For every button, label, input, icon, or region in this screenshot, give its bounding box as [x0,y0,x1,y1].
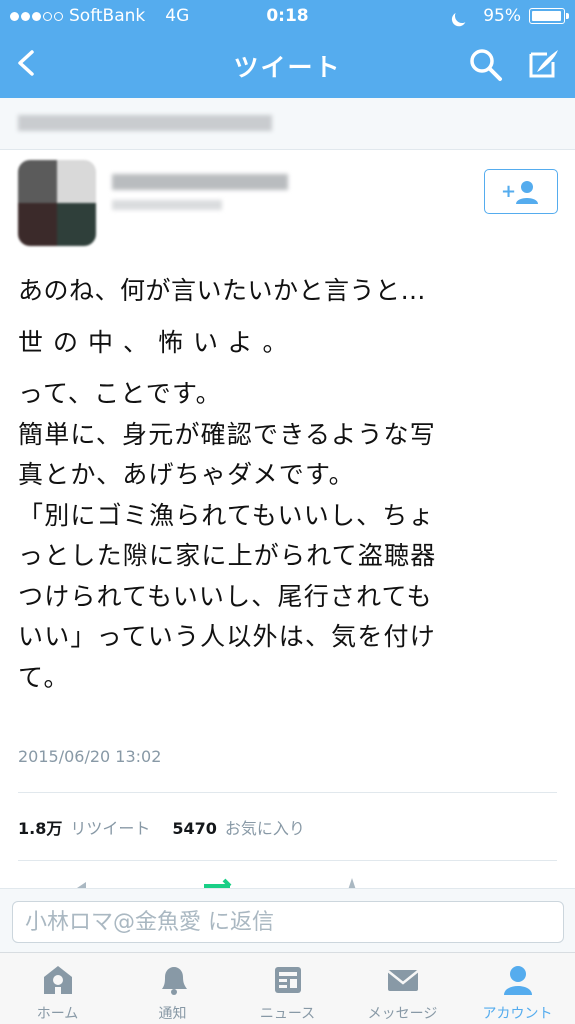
tweet-line: て。 [18,662,70,692]
status-right: 95% [453,6,569,26]
reply-input[interactable] [12,901,564,943]
tab-home[interactable]: ホーム [0,953,115,1024]
tab-messages[interactable]: メッセージ [345,953,460,1024]
retweet-label[interactable]: リツイート [70,815,150,839]
news-icon [274,967,301,993]
tab-bar: ホーム 通知 ニュース メッセージ アカウント [0,952,575,1024]
tweet-line: あのね、何が言いたいかと言うと… [18,276,427,305]
tweet-line: 「別にゴミ漁られてもいいし、ちょ [18,500,435,530]
tweet-line: 簡単に、身元が確認できるような写 [18,419,436,449]
top-bar: SoftBank 4G 0:18 95% ツイート [0,0,575,98]
context-header [0,98,575,150]
moon-icon [453,7,471,25]
reply-bar [0,888,575,952]
tweet-line: っとした隙に家に上がられて盗聴器 [18,541,437,570]
divider [18,792,557,793]
tab-news[interactable]: ニュース [230,953,345,1024]
tweet-paragraph: って、ことです。 簡単に、身元が確認できるような写 真とか、あげちゃダメです。 … [18,374,558,698]
nav-bar: ツイート [0,38,575,94]
tweet-line: 世の中、怖いよ。 [18,328,298,357]
tab-account[interactable]: アカウント [460,953,575,1024]
follow-button[interactable]: + [484,169,558,214]
svg-text:+: + [501,181,516,202]
tweet-line: って、ことです。 [18,379,222,408]
person-icon [503,966,532,995]
battery-percent: 95% [483,6,521,26]
tab-label: ニュース [259,1006,316,1022]
tab-label: ホーム [36,1006,79,1022]
home-icon [43,966,72,994]
favorite-label[interactable]: お気に入り [225,815,305,839]
divider [18,860,557,861]
avatar[interactable] [18,160,96,246]
tweet-line: 真とか、あげちゃダメです。 [18,460,355,489]
add-user-icon: + [501,180,538,204]
status-bar: SoftBank 4G 0:18 95% [0,4,575,30]
tweet-line: いい」っていう人以外は、気を付け [18,622,436,651]
tab-notifications[interactable]: 通知 [115,953,230,1024]
bell-icon [161,967,187,995]
tweet-text: あのね、何が言いたいかと言うと… 世の中、怖いよ。 って、ことです。 簡単に、身… [18,270,558,698]
compose-icon[interactable] [525,46,561,82]
envelope-icon [386,970,419,991]
tab-label: アカウント [482,1006,553,1022]
battery-icon [529,8,569,24]
blurred-user-name[interactable] [112,174,288,190]
tweet-timestamp: 2015/06/20 13:02 [18,747,162,766]
retweet-count[interactable]: 1.8万 [18,815,62,839]
blurred-context-text [18,115,272,131]
tab-label: 通知 [158,1006,187,1022]
favorite-count[interactable]: 5470 [172,819,217,838]
search-icon[interactable] [469,48,503,82]
blurred-user-handle [112,200,222,210]
tab-label: メッセージ [367,1006,438,1022]
tweet-line: つけられてもいいし、尾行されても [18,581,433,611]
tweet-stats: 1.8万 リツイート 5470 お気に入り [18,815,305,839]
